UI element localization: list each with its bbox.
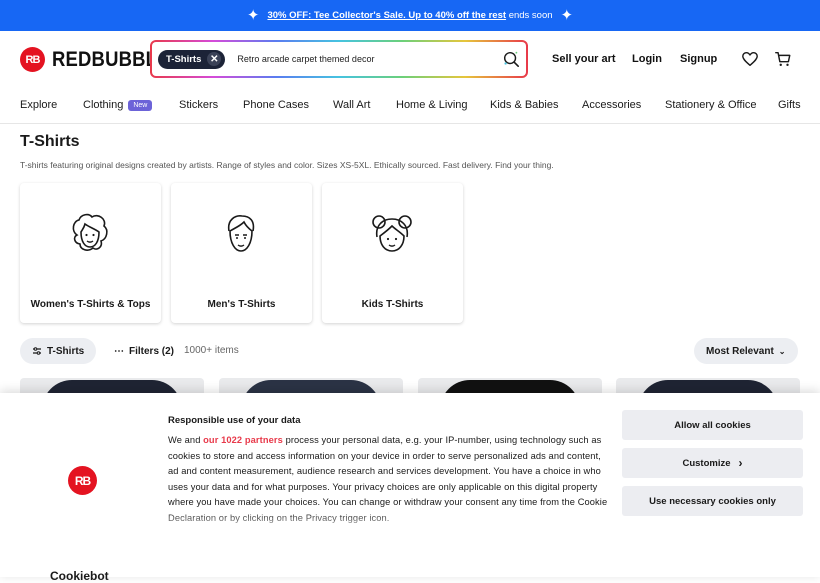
partners-link[interactable]: our 1022 partners (203, 435, 283, 445)
man-face-icon (227, 215, 255, 252)
sliders-icon (33, 347, 41, 355)
product-card[interactable] (418, 378, 602, 394)
nav-item-stickers[interactable]: Stickers (179, 99, 218, 111)
promo-banner: ✦ 30% OFF: Tee Collector's Sale. Up to 4… (0, 0, 820, 31)
allow-all-cookies-button[interactable]: Allow all cookies (622, 410, 803, 440)
consent-text: We and (168, 435, 204, 445)
woman-face-icon (72, 213, 108, 251)
page-description: T-shirts featuring original designs crea… (20, 160, 554, 170)
consent-body: We and our 1022 partners process your pe… (168, 433, 608, 537)
close-icon[interactable]: ✕ (207, 52, 222, 66)
category-card-women[interactable]: Women's T-Shirts & Tops (20, 183, 161, 323)
nav-item-phone-cases[interactable]: Phone Cases (243, 99, 309, 111)
product-card[interactable] (616, 378, 800, 394)
brand-logo-icon: RB (68, 466, 97, 495)
kid-face-icon (372, 215, 412, 252)
category-nav: Explore Clothing New Stickers Phone Cases… (0, 89, 820, 124)
more-dots-icon: ⋯ (114, 345, 124, 357)
product-image (42, 380, 182, 394)
new-badge: New (128, 100, 153, 111)
sort-label: Most Relevant (706, 345, 774, 357)
category-label: Kids T-Shirts (361, 299, 424, 310)
sell-your-art-link[interactable]: Sell your art (552, 53, 616, 65)
nav-item-accessories[interactable]: Accessories (582, 99, 641, 111)
signup-link[interactable]: Signup (680, 53, 717, 65)
cookiebot-logo[interactable]: Cookiebot (50, 569, 109, 583)
category-label: Men's T-Shirts (207, 299, 276, 310)
product-card[interactable] (219, 378, 403, 394)
chevron-right-icon: › (738, 456, 743, 470)
page-title: T-Shirts (20, 133, 80, 150)
nav-item-explore[interactable]: Explore (20, 99, 57, 111)
category-label: Women's T-Shirts & Tops (30, 299, 151, 310)
filters-label: Filters (2) (129, 345, 175, 357)
product-image (241, 380, 381, 394)
search-bar: T-Shirts ✕ Retro arcade carpet themed de… (150, 40, 528, 78)
search-input[interactable]: Retro arcade carpet themed decor (237, 54, 502, 64)
chevron-down-icon: ⌄ (778, 346, 786, 356)
site-header: RB REDBUBBLE T-Shirts ✕ Retro arcade car… (0, 31, 820, 89)
nav-item-gifts[interactable]: Gifts (778, 99, 801, 111)
logo-mark-icon: RB (20, 47, 45, 72)
tshirts-filter-pill[interactable]: T-Shirts (20, 338, 97, 364)
nav-item-kids-babies[interactable]: Kids & Babies (490, 99, 558, 111)
search-icon[interactable] (502, 50, 520, 68)
consent-text: process your personal data, e.g. your IP… (168, 435, 608, 523)
items-count: 1000+ items (184, 345, 239, 356)
sparkle-icon: ✦ (560, 7, 574, 24)
promo-link[interactable]: 30% OFF: Tee Collector's Sale. Up to 40%… (267, 10, 506, 21)
login-link[interactable]: Login (632, 53, 662, 65)
product-card[interactable] (20, 378, 204, 394)
customize-label: Customize (682, 457, 731, 469)
pill-label: T-Shirts (47, 345, 85, 357)
filters-button[interactable]: ⋯ Filters (2) (102, 338, 186, 364)
sort-dropdown[interactable]: Most Relevant ⌄ (694, 338, 798, 364)
sparkle-icon: ✦ (246, 7, 260, 24)
cart-icon[interactable] (774, 50, 792, 68)
heart-icon[interactable] (741, 50, 759, 68)
chip-label: T-Shirts (166, 53, 202, 65)
nav-item-clothing[interactable]: Clothing New (83, 99, 153, 111)
promo-suffix: ends soon (508, 10, 553, 21)
customize-button[interactable]: Customize › (622, 448, 803, 478)
consent-title: Responsible use of your data (168, 415, 301, 426)
cookie-consent-banner: RB Responsible use of your data We and o… (0, 393, 820, 583)
necessary-cookies-button[interactable]: Use necessary cookies only (622, 486, 803, 516)
nav-item-stationery-office[interactable]: Stationery & Office (665, 99, 757, 111)
nav-item-home-living[interactable]: Home & Living (396, 99, 468, 111)
product-image (638, 380, 778, 394)
nav-item-label: Clothing (83, 99, 124, 111)
category-card-kids[interactable]: Kids T-Shirts (322, 183, 463, 323)
product-image (440, 380, 580, 394)
product-grid (0, 378, 820, 394)
nav-item-wall-art[interactable]: Wall Art (333, 99, 371, 111)
search-category-chip[interactable]: T-Shirts ✕ (158, 49, 226, 69)
category-card-men[interactable]: Men's T-Shirts (171, 183, 312, 323)
